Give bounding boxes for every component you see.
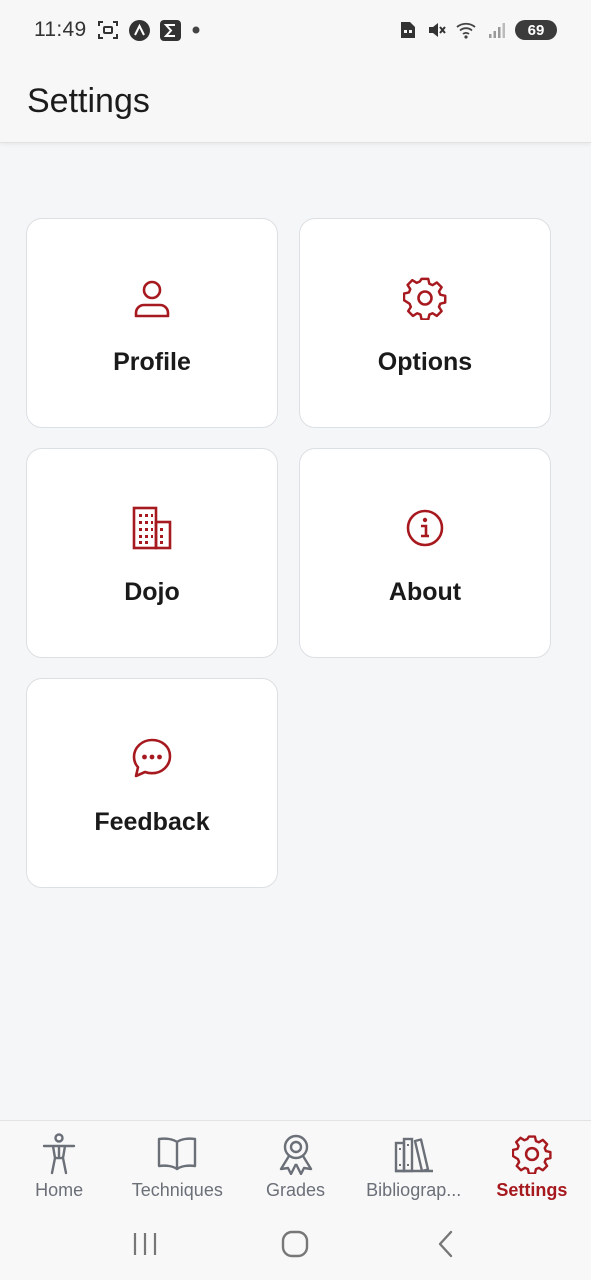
options-card-label: Options [377,348,473,376]
about-card-label: About [388,578,462,606]
nav-label-bibliography: Bibliograp... [366,1180,462,1200]
nav-label-techniques: Techniques [131,1180,223,1200]
nav-item-settings[interactable]: Settings [473,1121,591,1208]
dot-icon [191,25,201,35]
mute-icon [426,20,446,40]
status-time: 11:49 [34,18,87,41]
back-icon[interactable] [416,1219,476,1269]
profile-card-label: Profile [113,348,191,376]
feedback-card[interactable]: Feedback [26,678,278,888]
home-icon[interactable] [265,1219,325,1269]
nav-item-home[interactable]: Home [0,1121,118,1208]
nav-label-grades: Grades [265,1180,326,1200]
sim-icon [399,20,417,40]
gear-icon [402,275,448,321]
chat-bubble-icon [129,735,175,781]
page-title: Settings [27,81,150,120]
nav-label-settings: Settings [496,1180,568,1200]
info-icon [402,505,448,551]
feedback-card-label: Feedback [94,808,210,836]
battery-icon: 69 [515,20,557,40]
person-standing-icon [41,1133,77,1175]
status-right: 69 [399,20,557,40]
status-left: 11:49 [34,18,201,42]
dojo-card-label: Dojo [124,578,180,606]
gear-icon [511,1133,552,1175]
wifi-icon [455,20,479,40]
app-sigma-icon [159,19,181,41]
bottom-nav: Home Techniques Grades Bibliograp... Set… [0,1120,591,1208]
recent-apps-icon[interactable] [115,1219,175,1269]
nav-label-home: Home [35,1180,84,1200]
about-card[interactable]: About [299,448,551,658]
profile-card[interactable]: Profile [26,218,278,428]
system-nav [0,1208,591,1280]
building-icon [129,505,175,551]
nav-item-grades[interactable]: Grades [236,1121,354,1208]
app-a-icon [128,19,150,41]
status-bar: 11:49 69 [0,0,591,60]
nav-item-techniques[interactable]: Techniques [118,1121,236,1208]
options-card[interactable]: Options [299,218,551,428]
ribbon-award-icon [277,1133,315,1175]
person-icon [129,275,175,321]
nav-item-bibliography[interactable]: Bibliograp... [355,1121,473,1208]
signal-icon [488,20,506,40]
books-icon [393,1133,435,1175]
app-header: Settings [0,60,591,143]
open-book-icon [156,1133,198,1175]
dojo-card[interactable]: Dojo [26,448,278,658]
screenshot-icon [97,20,119,40]
